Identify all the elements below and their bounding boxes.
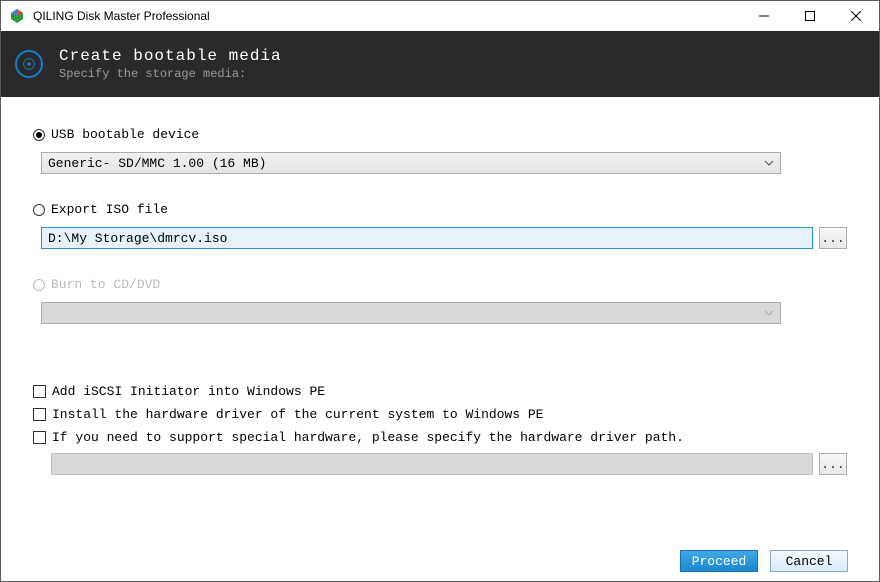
proceed-button[interactable]: Proceed (680, 550, 758, 572)
iso-radio[interactable] (33, 204, 45, 216)
checkbox-group: Add iSCSI Initiator into Windows PE Inst… (33, 384, 847, 475)
driver-path-input (51, 453, 813, 475)
chevron-down-icon (764, 158, 774, 168)
page-title: Create bootable media (59, 47, 282, 65)
app-logo-icon (9, 8, 25, 24)
iso-browse-button[interactable]: ... (819, 227, 847, 249)
page-subtitle: Specify the storage media: (59, 67, 282, 81)
page-header: Create bootable media Specify the storag… (1, 31, 879, 97)
iscsi-checkbox[interactable] (33, 385, 46, 398)
usb-device-select[interactable]: Generic- SD/MMC 1.00 (16 MB) (41, 152, 781, 174)
maximize-button[interactable] (787, 1, 833, 31)
usb-option: USB bootable device Generic- SD/MMC 1.00… (33, 127, 847, 174)
cd-device-select (41, 302, 781, 324)
minimize-button[interactable] (741, 1, 787, 31)
usb-radio[interactable] (33, 129, 45, 141)
iso-radio-label: Export ISO file (51, 202, 168, 217)
content-area: USB bootable device Generic- SD/MMC 1.00… (1, 97, 879, 475)
titlebar: QILING Disk Master Professional (1, 1, 879, 31)
install-driver-label: Install the hardware driver of the curre… (52, 407, 543, 422)
close-button[interactable] (833, 1, 879, 31)
cd-option: Burn to CD/DVD (33, 277, 847, 324)
driver-path-browse-button[interactable]: ... (819, 453, 847, 475)
window-controls (741, 1, 879, 31)
driver-path-label: If you need to support special hardware,… (52, 430, 684, 445)
usb-radio-label: USB bootable device (51, 127, 199, 142)
iso-path-input[interactable] (41, 227, 813, 249)
iscsi-label: Add iSCSI Initiator into Windows PE (52, 384, 325, 399)
usb-device-value: Generic- SD/MMC 1.00 (16 MB) (48, 156, 266, 171)
driver-path-checkbox[interactable] (33, 431, 46, 444)
cancel-button[interactable]: Cancel (770, 550, 848, 572)
cd-radio-label: Burn to CD/DVD (51, 277, 160, 292)
chevron-down-icon (764, 308, 774, 318)
window-title: QILING Disk Master Professional (33, 9, 741, 23)
footer-buttons: Proceed Cancel (680, 550, 848, 572)
header-icon (15, 50, 43, 78)
install-driver-checkbox[interactable] (33, 408, 46, 421)
cd-radio (33, 279, 45, 291)
iso-option: Export ISO file ... (33, 202, 847, 249)
